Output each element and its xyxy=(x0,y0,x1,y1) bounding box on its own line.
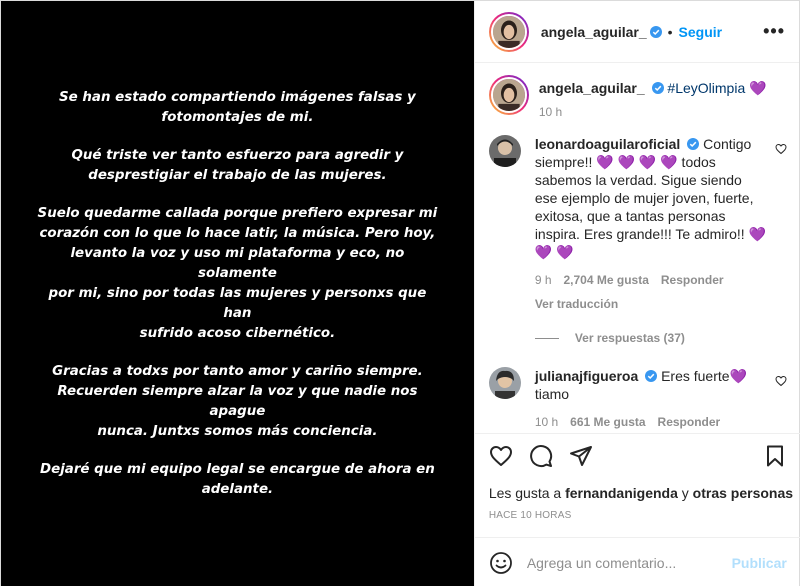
author-avatar xyxy=(490,13,527,50)
replies-divider xyxy=(534,337,559,339)
comment-avatar[interactable] xyxy=(488,367,521,399)
header-separator: • xyxy=(667,23,673,40)
view-replies-label: Ver respuestas (37) xyxy=(574,331,685,345)
comment-like-icon[interactable] xyxy=(775,375,787,387)
comment-likes[interactable]: 661 Me gusta xyxy=(570,413,645,431)
comments-list[interactable]: angela_aguilar_ #LeyOlimpia 💜 10 h leona… xyxy=(475,63,800,433)
media-text: Se han estado compartiendo imágenes fals… xyxy=(37,88,438,500)
reply-button[interactable]: Responder xyxy=(661,271,724,289)
caption-avatar-ring[interactable] xyxy=(488,75,529,115)
caption-meta: 10 h xyxy=(539,103,767,121)
verified-badge-icon xyxy=(645,370,658,382)
heart-icon[interactable] xyxy=(489,444,513,468)
caption-row: angela_aguilar_ #LeyOlimpia 💜 10 h xyxy=(488,75,787,121)
paper-plane-icon[interactable] xyxy=(569,444,593,468)
post-sidebar: angela_aguilar_ • Seguir ••• angela_agui… xyxy=(473,1,800,586)
caption-hashtag[interactable]: #LeyOlimpia xyxy=(667,80,745,96)
author-avatar-ring[interactable] xyxy=(488,11,529,52)
comment-row: leonardoaguilaroficial Contigo siempre!!… xyxy=(488,135,787,313)
comment-time[interactable]: 10 h xyxy=(535,413,558,431)
caption-time[interactable]: 10 h xyxy=(539,103,562,121)
comment-likes[interactable]: 2,704 Me gusta xyxy=(564,271,649,289)
comment-like-icon[interactable] xyxy=(775,143,787,155)
action-bar xyxy=(474,433,800,477)
media-paragraph: Gracias a todxs por tanto amor y cariño … xyxy=(52,364,423,439)
post-timestamp[interactable]: HACE 10 HORAS xyxy=(489,510,572,521)
comment-meta: 9 h 2,704 Me gusta Responder xyxy=(535,271,767,289)
verified-badge-icon xyxy=(651,82,664,94)
comment-bubble-icon[interactable] xyxy=(529,444,553,468)
see-translation-link[interactable]: Ver traducción xyxy=(535,295,767,313)
other-likers-link[interactable]: otras personas xyxy=(693,485,793,501)
comment-meta: 10 h 661 Me gusta Responder xyxy=(535,413,767,431)
comment-time[interactable]: 9 h xyxy=(535,271,552,289)
post-media[interactable]: Se han estado compartiendo imágenes fals… xyxy=(1,1,474,586)
media-paragraph: Dejaré que mi equipo legal se encargue d… xyxy=(40,462,435,497)
avatar-photo xyxy=(492,79,525,111)
likes-prefix: Les gusta a xyxy=(488,485,562,501)
likes-conjunction: y xyxy=(681,485,689,501)
header-username[interactable]: angela_aguilar_ xyxy=(541,24,647,40)
more-options-icon[interactable]: ••• xyxy=(763,21,785,42)
comment-username[interactable]: leonardoaguilaroficial xyxy=(535,136,680,152)
likes-summary: Les gusta a fernandanigenda y otras pers… xyxy=(489,485,793,501)
publish-button[interactable]: Publicar xyxy=(732,555,787,571)
media-paragraph: Se han estado compartiendo imágenes fals… xyxy=(59,90,416,125)
comment-row: julianajfigueroa Eres fuerte💜 tiamo 10 h… xyxy=(488,367,787,431)
comment-body: Contigo siempre!! 💜 💜 💜 💜 todos sabemos … xyxy=(534,136,766,260)
caption-emoji: 💜 xyxy=(749,80,767,96)
avatar-photo xyxy=(488,135,521,167)
bookmark-icon[interactable] xyxy=(763,444,787,468)
comment-input[interactable] xyxy=(526,554,732,571)
comment-text: julianajfigueroa Eres fuerte💜 tiamo xyxy=(535,367,767,403)
verified-badge-icon xyxy=(687,138,700,150)
comment-username[interactable]: julianajfigueroa xyxy=(535,368,638,384)
caption-username[interactable]: angela_aguilar_ xyxy=(539,80,645,96)
smiley-icon[interactable] xyxy=(489,551,513,575)
reply-button[interactable]: Responder xyxy=(658,413,721,431)
avatar-photo xyxy=(492,15,525,48)
avatar-photo xyxy=(488,367,521,399)
verified-badge-icon xyxy=(649,25,662,38)
add-comment-bar: Publicar xyxy=(474,537,800,586)
comment-avatar[interactable] xyxy=(488,135,521,167)
media-paragraph: Suelo quedarme callada porque prefiero e… xyxy=(37,206,438,341)
media-paragraph: Qué triste ver tanto esfuerzo para agred… xyxy=(71,148,404,183)
instagram-post: Se han estado compartiendo imágenes fals… xyxy=(0,0,800,586)
liker-username[interactable]: fernandanigenda xyxy=(565,485,678,501)
view-replies-button[interactable]: Ver respuestas (37) xyxy=(534,331,787,345)
comment-text: leonardoaguilaroficial Contigo siempre!!… xyxy=(535,135,767,261)
follow-button[interactable]: Seguir xyxy=(679,24,723,40)
caption-avatar xyxy=(490,77,527,113)
caption-text: angela_aguilar_ #LeyOlimpia 💜 xyxy=(539,79,767,97)
post-header: angela_aguilar_ • Seguir ••• xyxy=(474,1,799,63)
